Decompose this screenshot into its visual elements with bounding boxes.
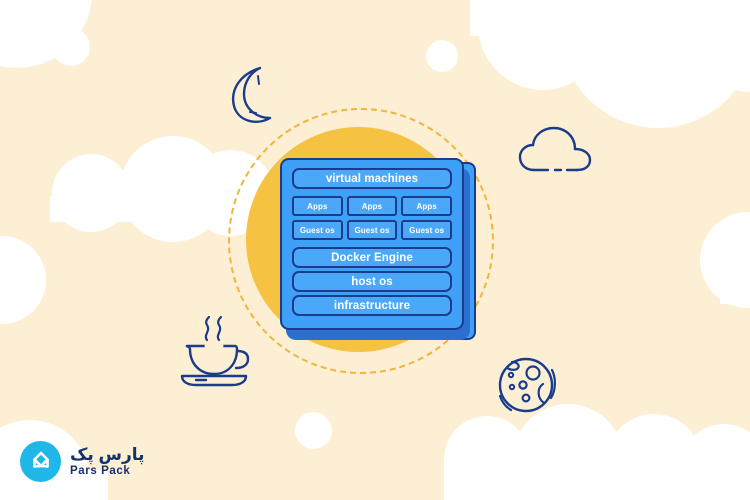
apps-box-3-label: Apps xyxy=(416,201,437,211)
panel-layer-front: virtual machines Apps Apps Apps Guest os xyxy=(280,158,464,330)
dot-top-left xyxy=(52,28,90,66)
guest-os-box-1-label: Guest os xyxy=(299,225,335,235)
row-docker-engine-label: Docker Engine xyxy=(331,251,413,264)
full-moon-craters-icon xyxy=(498,357,556,413)
guest-os-box-3[interactable]: Guest os xyxy=(401,220,453,240)
row-host-os-label: host os xyxy=(351,275,393,288)
dot-mid-top xyxy=(426,40,458,72)
apps-box-1[interactable]: Apps xyxy=(292,196,343,216)
docker-architecture-diagram: virtual machines Apps Apps Apps Guest os xyxy=(280,158,476,340)
row-infrastructure-label: infrastructure xyxy=(333,299,411,312)
guest-os-box-3-label: Guest os xyxy=(409,225,445,235)
logo-latin-text: Pars Pack xyxy=(70,464,131,477)
guest-os-box-1[interactable]: Guest os xyxy=(292,220,343,240)
pars-pack-diamond-icon xyxy=(20,441,61,482)
coffee-cup-icon xyxy=(180,316,250,387)
logo-persian-text: پارس پک xyxy=(70,444,145,464)
illustration-canvas: virtual machines Apps Apps Apps Guest os xyxy=(0,0,750,500)
pars-pack-wordmark: پارس پک Pars Pack xyxy=(70,446,145,478)
guest-os-box-2[interactable]: Guest os xyxy=(346,220,398,240)
crescent-moon-icon xyxy=(231,66,272,123)
cloud-outline-icon xyxy=(518,126,592,172)
apps-box-1-label: Apps xyxy=(307,201,328,211)
dot-bottom-left xyxy=(295,412,332,449)
row-virtual-machines[interactable]: virtual machines xyxy=(292,168,452,189)
row-host-os[interactable]: host os xyxy=(292,271,452,292)
apps-row: Apps Apps Apps xyxy=(292,196,453,216)
apps-box-2[interactable]: Apps xyxy=(346,196,398,216)
row-docker-engine[interactable]: Docker Engine xyxy=(292,247,452,268)
apps-box-3[interactable]: Apps xyxy=(401,196,453,216)
pars-pack-logo[interactable]: پارس پک Pars Pack xyxy=(20,441,145,482)
row-virtual-machines-label: virtual machines xyxy=(325,172,419,185)
row-infrastructure[interactable]: infrastructure xyxy=(292,295,452,316)
apps-box-2-label: Apps xyxy=(361,201,383,211)
guest-os-row: Guest os Guest os Guest os xyxy=(292,220,453,240)
guest-os-box-2-label: Guest os xyxy=(354,225,390,235)
